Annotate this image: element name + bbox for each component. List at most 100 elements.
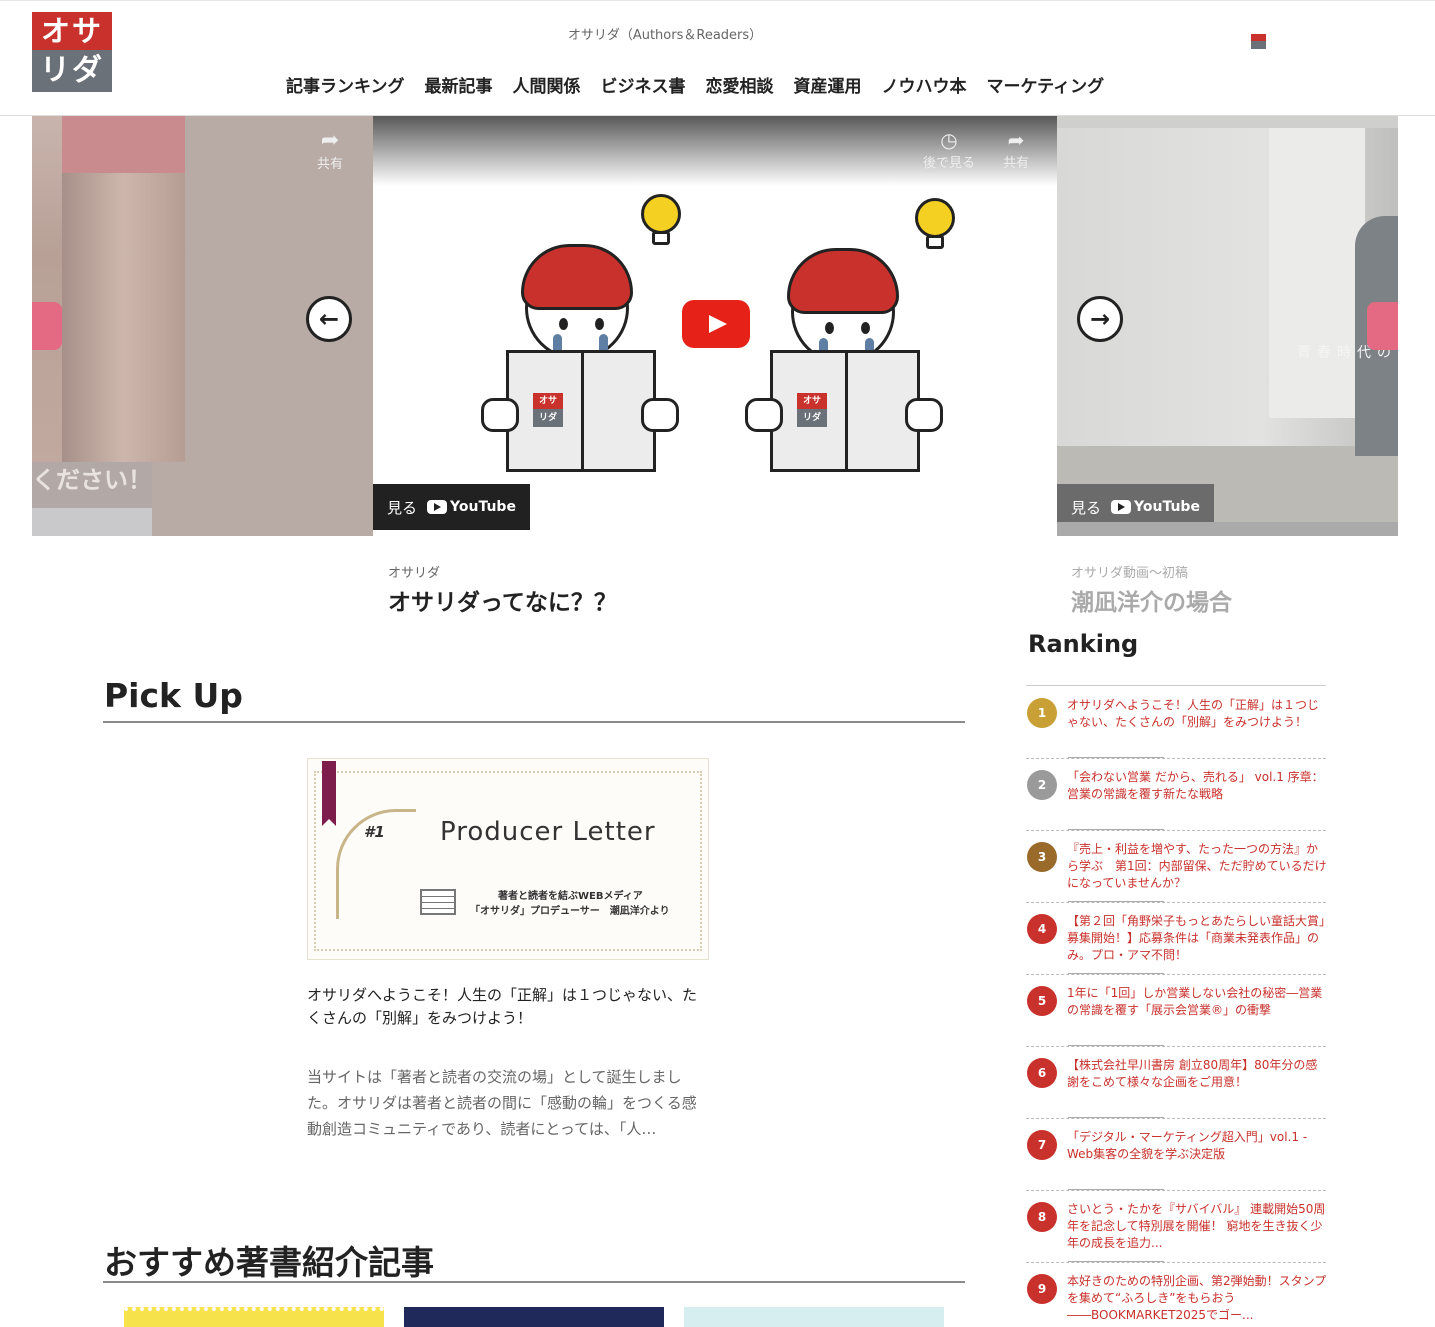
carousel-prev-button[interactable]: ← xyxy=(306,296,352,342)
video-carousel: ください！ ➦ 共有 オサ リダ オサ リダ ◷ 後で見る ➦ 共有 見る Yo… xyxy=(32,116,1398,536)
rank-badge: 9 xyxy=(1027,1274,1057,1304)
reader-hand xyxy=(641,398,679,432)
rank-badge: 7 xyxy=(1027,1130,1057,1160)
share-button[interactable]: ➦ 共有 xyxy=(310,128,350,172)
section-divider xyxy=(103,721,965,723)
pickup-article-excerpt: 当サイトは「著者と読者の交流の場」として誕生しました。オサリダは著者と読者の間に… xyxy=(307,1068,697,1138)
reader-eye xyxy=(559,318,568,330)
card-number: #1 xyxy=(364,823,385,841)
youtube-icon xyxy=(1111,500,1132,514)
lightbulb-base xyxy=(926,235,944,249)
share-label: 共有 xyxy=(316,157,343,172)
card-subtitle: 著者と読者を結ぶWEBメディア xyxy=(498,891,643,902)
rank-badge: 4 xyxy=(1027,914,1057,944)
nav-item-marketing[interactable]: マーケティング xyxy=(987,72,1105,97)
nav-item-howto-books[interactable]: ノウハウ本 xyxy=(882,72,967,97)
nav-item-latest[interactable]: 最新記事 xyxy=(425,72,493,97)
thumbnail-caption: ください！ xyxy=(32,466,152,494)
rank-badge: 6 xyxy=(1027,1058,1057,1088)
video-title[interactable]: 潮凪洋介の場合 xyxy=(1071,583,1232,617)
pickup-article-title[interactable]: オサリダへようこそ！人生の「正解」は１つじゃない、たくさんの「別解」をみつけよう… xyxy=(307,984,709,1030)
book-logo: オサ リダ xyxy=(797,393,827,429)
ranking-item-title[interactable]: 「デジタル・マーケティング超入門」vol.1 - Web集客の全貌を学ぶ決定版 xyxy=(1067,1129,1327,1163)
play-button[interactable] xyxy=(1367,302,1398,350)
youtube-logo: YouTube xyxy=(427,499,516,515)
video-slide-current[interactable]: オサ リダ オサ リダ ◷ 後で見る ➦ 共有 見る YouTube xyxy=(373,116,1057,536)
thumbnail-strip xyxy=(32,508,152,536)
watch-later-label: 後で見る xyxy=(922,156,975,171)
bookmark-ribbon-icon xyxy=(322,761,336,826)
rank-badge: 5 xyxy=(1027,986,1057,1016)
ranking-divider xyxy=(1026,685,1326,686)
lightbulb-icon xyxy=(641,194,681,234)
lightbulb-base xyxy=(652,231,670,245)
ranking-item-title[interactable]: オサリダへようこそ！人生の「正解」は１つじゃない、たくさんの「別解」をみつけよう… xyxy=(1067,697,1327,731)
video-title[interactable]: オサリダってなに？？ xyxy=(388,583,617,617)
carousel-next-button[interactable]: → xyxy=(1077,296,1123,342)
rank-badge: 3 xyxy=(1027,842,1057,872)
reader-hand xyxy=(481,398,519,432)
share-button[interactable]: ➦ 共有 xyxy=(1003,128,1029,171)
recommend-card[interactable] xyxy=(684,1307,944,1327)
books-icon xyxy=(420,889,456,915)
rank-badge: 1 xyxy=(1027,698,1057,728)
reader-eye xyxy=(825,322,834,334)
youtube-label: YouTube xyxy=(450,499,516,515)
pickup-section-title: Pick Up xyxy=(104,676,243,715)
reader-book: オサ リダ xyxy=(506,350,656,472)
ranking-item-title[interactable]: 『売上・利益を増やす、たった一つの方法』から学ぶ 第1回：内部留保、ただ貯めてい… xyxy=(1067,841,1327,892)
ranking-item-title[interactable]: 本好きのための特別企画、第2弾始動！スタンプを集めて“ふろしき”をもらおう――B… xyxy=(1067,1273,1327,1324)
section-divider xyxy=(103,1281,965,1283)
video-category[interactable]: オサリダ xyxy=(388,562,440,581)
card-title: Producer Letter xyxy=(440,817,656,847)
youtube-play-button[interactable] xyxy=(682,300,750,348)
play-button[interactable] xyxy=(32,302,62,350)
ranking-separator xyxy=(1026,758,1326,759)
site-header: オサ リダ オサリダ（Authors＆Readers） 記事ランキング 最新記事… xyxy=(0,0,1435,116)
rank-badge: 2 xyxy=(1027,770,1057,800)
share-icon: ➦ xyxy=(320,128,340,153)
nav-item-investment[interactable]: 資産運用 xyxy=(794,72,862,97)
nav-item-love-advice[interactable]: 恋愛相談 xyxy=(706,72,774,97)
watch-later-button[interactable]: ◷ 後で見る xyxy=(923,128,975,171)
main-nav: 記事ランキング 最新記事 人間関係 ビジネス書 恋愛相談 資産運用 ノウハウ本 … xyxy=(286,72,1104,97)
book-logo-top: オサ xyxy=(533,393,563,409)
ranking-separator xyxy=(1026,830,1326,831)
watch-label: 見る xyxy=(387,498,418,517)
ranking-item-title[interactable]: さいとう・たかを『サバイバル』 連載開始50周年を記念して特別展を開催！ 窮地を… xyxy=(1067,1201,1327,1252)
reader-hair xyxy=(787,248,899,314)
clock-icon: ◷ xyxy=(940,128,958,152)
rank-badge: 8 xyxy=(1027,1202,1057,1232)
ranking-item-title[interactable]: 1年に「1回」しか営業しない会社の秘密―営業の常識を覆す「展示会営業®」の衝撃 xyxy=(1067,985,1327,1019)
ranking-separator xyxy=(1026,1118,1326,1119)
nav-item-relationships[interactable]: 人間関係 xyxy=(513,72,581,97)
share-label: 共有 xyxy=(1002,156,1029,171)
recommend-section-title: おすすめ著書紹介記事 xyxy=(104,1243,434,1282)
ranking-item-title[interactable]: 【株式会社早川書房 創立80周年】80年分の感謝をこめて様々な企画をご用意！ xyxy=(1067,1057,1327,1091)
recommend-card[interactable] xyxy=(124,1307,384,1327)
thumbnail-strip xyxy=(1057,522,1398,536)
nav-item-ranking[interactable]: 記事ランキング xyxy=(286,72,405,97)
ranking-item-title[interactable]: 【第２回「角野栄子もっとあたらしい童話大賞」募集開始！】応募条件は「商業未発表作… xyxy=(1067,913,1327,964)
youtube-icon xyxy=(427,500,448,514)
watch-on-youtube-button[interactable]: 見る YouTube xyxy=(373,484,530,530)
recommend-card[interactable] xyxy=(404,1307,664,1327)
ranking-title: Ranking xyxy=(1028,630,1139,658)
ranking-separator xyxy=(1026,1262,1326,1263)
share-icon: ➦ xyxy=(1007,128,1025,152)
youtube-label: YouTube xyxy=(1134,499,1200,515)
nav-item-business-books[interactable]: ビジネス書 xyxy=(601,72,686,97)
reader-eye xyxy=(595,318,604,330)
video-top-controls: ◷ 後で見る ➦ 共有 xyxy=(923,128,1029,171)
book-logo-bottom: リダ xyxy=(797,409,827,427)
video-category[interactable]: オサリダ動画～初稿 xyxy=(1071,562,1188,581)
ranking-item-title[interactable]: 「会わない営業 だから、売れる」 vol.1 序章：営業の常識を覆す新たな戦略 xyxy=(1067,769,1327,803)
ranking-separator xyxy=(1026,1190,1326,1191)
book-logo: オサ リダ xyxy=(533,393,563,429)
ranking-separator xyxy=(1026,902,1326,903)
watch-label: 見る xyxy=(1071,498,1102,517)
mini-logo-icon[interactable] xyxy=(1251,34,1266,49)
pickup-card-image[interactable]: #1 Producer Letter 著者と読者を結ぶWEBメディア 「オサリダ… xyxy=(307,758,709,960)
reader-hair xyxy=(521,244,633,310)
arrow-right-icon: → xyxy=(1089,305,1111,333)
